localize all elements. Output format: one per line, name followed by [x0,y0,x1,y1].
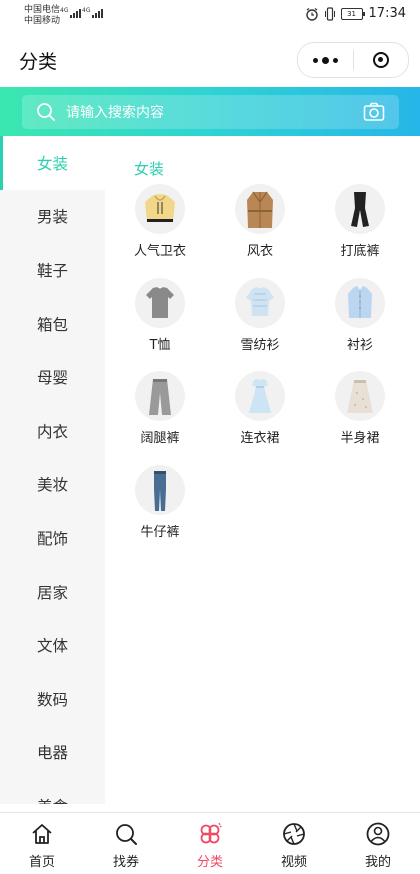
subcategory-item[interactable]: 半身裙 [310,371,410,446]
sidebar-item[interactable]: 文体 [0,618,105,672]
category-title: 女装 [134,160,165,178]
shirt-icon [335,277,385,328]
skirt-icon [335,371,385,421]
more-dot-icon [322,56,329,64]
tab-label: 分类 [196,855,223,870]
battery-icon: 31 [340,7,365,20]
tshirt-icon [135,277,185,328]
tab-bar: 首页 找券 分类 视频 我的 [0,812,420,874]
subcategory-label: 衬衫 [346,337,373,353]
sidebar-item[interactable]: 男装 [0,190,105,244]
trench-coat-icon [235,184,285,234]
subcategory-label: T恤 [149,337,171,353]
more-dot-icon [333,57,338,63]
clock: 17:34 [368,6,406,21]
network-type-1: 4G [60,7,69,14]
home-icon [12,821,72,847]
subcategory-label: 半身裙 [340,431,380,446]
sidebar-item[interactable]: 箱包 [0,297,105,351]
more-button[interactable] [298,43,353,77]
subcategory-label: 风衣 [246,244,273,259]
subcategory-item[interactable]: 人气卫衣 [110,184,210,259]
profile-icon [348,821,408,847]
subcategory-item[interactable]: 风衣 [210,184,310,259]
carrier-1: 中国电信 [24,5,61,15]
wide-leg-pants-icon [135,371,185,421]
subcategory-item[interactable]: T恤 [110,277,210,353]
tab-label: 找券 [112,855,139,870]
subcategory-item[interactable]: 牛仔裤 [110,464,210,540]
sidebar-item[interactable]: 电器 [0,726,105,780]
close-button[interactable] [354,43,408,77]
search-icon [96,821,156,847]
sidebar-item[interactable]: 母婴 [0,350,105,404]
subcategory-item[interactable]: 雪纺衫 [210,277,310,353]
nav-bar: 分类 [0,32,420,87]
sidebar-item[interactable]: 鞋子 [0,243,105,297]
signal-icon: 4G [60,7,82,18]
sidebar-item[interactable]: 配饰 [0,511,105,565]
mini-program-capsule [297,42,409,78]
subcategory-label: 连衣裙 [240,431,280,446]
tab-label: 视频 [280,855,307,870]
alarm-icon [305,7,318,21]
subcategory-label: 阔腿裤 [140,431,180,446]
tab-item[interactable]: 首页 [12,821,72,870]
sidebar-item[interactable]: 内衣 [0,404,105,458]
subcategory-item[interactable]: 打底裤 [310,184,410,259]
tab-label: 首页 [28,855,55,870]
more-dot-icon [313,57,318,63]
status-right: 31 17:34 [305,6,406,21]
subcategory-item[interactable]: 阔腿裤 [110,371,210,446]
carrier-2: 中国移动 [24,16,61,26]
subcategory-label: 牛仔裤 [140,524,180,540]
page-title: 分类 [19,51,58,73]
dress-icon [235,371,285,421]
tab-item[interactable]: 视频 [264,821,324,870]
network-type-2: 4G [82,7,91,14]
tab-item[interactable]: 分类 [180,821,240,870]
category-content: 女装 人气卫衣 风衣 打底裤 T恤 雪纺衫 衬衫阔腿裤 连衣裙 半身裙牛仔裤 [105,136,420,804]
signal-icon-2: 4G [82,7,104,18]
subcategory-label: 人气卫衣 [133,244,186,259]
subcategory-item[interactable]: 连衣裙 [210,371,310,446]
sidebar-item[interactable]: 美食 [0,779,105,804]
leggings-icon [335,184,385,234]
vibrate-icon [324,6,335,21]
hoodie-icon [135,184,185,234]
status-bar: 中国电信 中国移动 4G 4G 31 17:34 [0,0,420,32]
jeans-icon [135,464,185,515]
subcategory-label: 雪纺衫 [240,337,280,353]
category-sidebar: 女装男装鞋子箱包母婴内衣美妆配饰居家文体数码电器美食 [0,136,105,804]
carrier-info: 中国电信 中国移动 [24,5,60,27]
tab-item[interactable]: 我的 [348,821,408,870]
sidebar-item[interactable]: 数码 [0,672,105,726]
search-input[interactable]: 请输入搜索内容 [22,95,399,129]
close-target-icon [373,52,389,68]
subcategory-label: 打底裤 [340,244,380,259]
video-icon [264,821,324,847]
sidebar-item[interactable]: 居家 [0,565,105,619]
search-placeholder: 请输入搜索内容 [66,105,164,121]
camera-icon[interactable] [363,101,385,123]
category-icon [180,821,240,847]
sidebar-item[interactable]: 美妆 [0,458,105,512]
search-icon [37,103,55,121]
chiffon-blouse-icon [235,277,285,328]
tab-item[interactable]: 找券 [96,821,156,870]
subcategory-item[interactable]: 衬衫 [310,277,410,353]
search-bar-area: 请输入搜索内容 [0,87,420,136]
sidebar-item[interactable]: 女装 [0,136,105,190]
tab-label: 我的 [364,855,391,870]
